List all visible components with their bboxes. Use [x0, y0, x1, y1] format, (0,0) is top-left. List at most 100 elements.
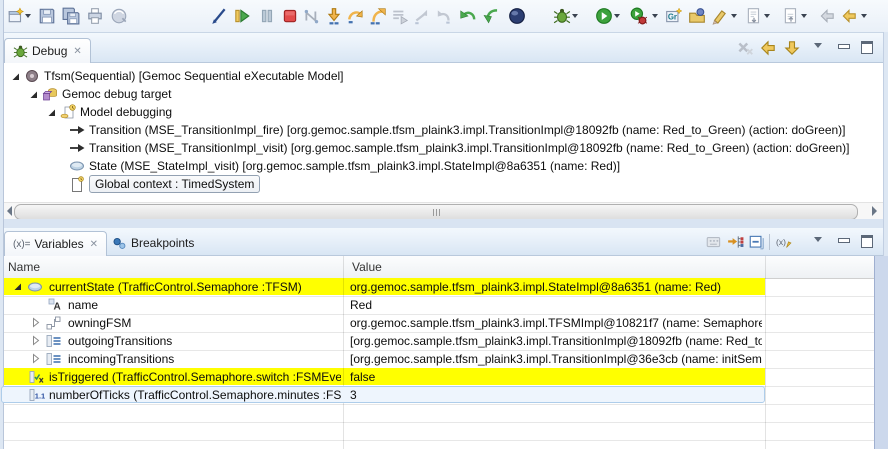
table-row-numberofticks[interactable]: 1.1 numberOfTicks (TrafficControl.Semaph… — [0, 386, 888, 405]
variables-table-header: Name Value — [0, 256, 888, 279]
debug-horizontal-scrollbar[interactable] — [0, 202, 888, 220]
terminate-button[interactable] — [281, 7, 299, 25]
transition-arrow-icon — [69, 122, 85, 138]
expander-closed-icon[interactable] — [30, 335, 41, 346]
show-logical-structure-button[interactable] — [727, 233, 745, 251]
expander-closed-icon[interactable] — [30, 317, 41, 328]
variables-view-menu-icon[interactable] — [814, 237, 822, 246]
variables-maximize-button[interactable] — [861, 235, 873, 248]
print-button[interactable] — [86, 7, 104, 25]
step-over-icon — [347, 7, 365, 25]
expander-open-icon[interactable] — [10, 71, 21, 82]
open-model-button[interactable] — [688, 7, 706, 25]
use-step-filters-button[interactable] — [413, 7, 431, 25]
svg-text:1.1: 1.1 — [35, 392, 45, 401]
tree-row-launch[interactable]: Tfsm(Sequential) [Gemoc Sequential eXecu… — [10, 67, 344, 85]
table-row-empty — [0, 422, 888, 441]
column-divider[interactable] — [765, 256, 766, 449]
tree-row-label: Transition (MSE_TransitionImpl_fire) [or… — [89, 123, 846, 137]
run-to-line-button[interactable] — [391, 7, 409, 25]
variables-view-tab-band: (x)= Variables ✕ Breakpoints (x) — [0, 228, 888, 256]
tree-row-global-context[interactable]: Global context : TimedSystem — [66, 175, 260, 193]
resume-button[interactable] — [233, 7, 251, 25]
scrollbar-thumb[interactable] — [14, 204, 858, 220]
step-back-button[interactable] — [459, 7, 477, 25]
column-divider[interactable] — [343, 256, 344, 449]
debug-as-button[interactable] — [629, 7, 647, 25]
debug-as-icon — [629, 7, 647, 25]
previous-annotation-button[interactable] — [782, 7, 800, 25]
table-row-name[interactable]: A name Red — [0, 296, 888, 315]
new-wizard-dropdown[interactable] — [25, 14, 31, 21]
column-header-value[interactable]: Value — [352, 260, 382, 274]
step-forward-button[interactable] — [783, 39, 801, 57]
view-sash[interactable] — [0, 219, 888, 228]
run-button[interactable] — [595, 7, 613, 25]
tree-row-state-visit[interactable]: State (MSE_StateImpl_visit) [org.gemoc.s… — [66, 157, 620, 175]
drop-to-frame-button[interactable] — [435, 7, 453, 25]
tab-debug[interactable]: Debug ✕ — [4, 38, 91, 63]
table-row-currentstate[interactable]: currentState (TrafficControl.Semaphore :… — [0, 278, 888, 297]
new-gemoc-project-button[interactable]: Gr — [665, 7, 683, 25]
expander-open-icon[interactable] — [28, 89, 39, 100]
expander-open-icon[interactable] — [46, 107, 57, 118]
tree-row-transition-visit[interactable]: Transition (MSE_TransitionImpl_visit) [o… — [66, 139, 850, 157]
save-button[interactable] — [38, 7, 56, 25]
next-annotation-dropdown[interactable] — [764, 14, 770, 21]
table-row-istriggered[interactable]: isTriggered (TrafficControl.Semaphore.sw… — [0, 368, 888, 387]
skip-breakpoints-button[interactable] — [210, 7, 228, 25]
tree-row-debug-target[interactable]: Gemoc debug target — [28, 85, 171, 103]
drop-to-frame-icon — [435, 7, 453, 25]
remove-terminated-button[interactable] — [736, 39, 754, 57]
debug-maximize-button[interactable] — [861, 41, 873, 54]
debug-spider-button[interactable] — [553, 7, 571, 25]
disconnect-button[interactable] — [303, 7, 321, 25]
variables-minimize-button[interactable] — [838, 238, 850, 243]
run-icon — [595, 7, 613, 25]
step-back-into-button[interactable] — [483, 7, 501, 25]
watch-expression-button[interactable]: (x) — [776, 233, 794, 251]
show-type-names-button[interactable] — [705, 233, 723, 251]
pause-button[interactable] — [258, 7, 276, 25]
engine-globe-icon — [508, 7, 526, 25]
step-into-button[interactable] — [325, 7, 343, 25]
tab-variables-close-icon[interactable]: ✕ — [90, 239, 98, 250]
collapse-all-icon — [748, 233, 766, 251]
new-wizard-button[interactable] — [7, 7, 25, 25]
table-row-incomingtransitions[interactable]: incomingTransitions [org.gemoc.sample.tf… — [0, 350, 888, 369]
external-tools-button[interactable] — [110, 7, 128, 25]
debug-as-dropdown[interactable] — [652, 14, 658, 21]
state-icon — [27, 279, 43, 295]
scroll-right-icon[interactable] — [872, 206, 882, 216]
expander-closed-icon[interactable] — [30, 353, 41, 364]
previous-annotation-dropdown[interactable] — [801, 14, 807, 21]
highlighter-dropdown[interactable] — [731, 14, 737, 21]
back-history-button[interactable] — [840, 7, 858, 25]
tree-row-transition-fire[interactable]: Transition (MSE_TransitionImpl_fire) [or… — [66, 121, 846, 139]
step-return-icon — [369, 7, 387, 25]
engine-globe-button[interactable] — [508, 7, 526, 25]
back-disabled-button[interactable] — [818, 7, 836, 25]
debug-minimize-button[interactable] — [838, 44, 850, 49]
debug-spider-dropdown[interactable] — [572, 14, 578, 21]
highlighter-button[interactable] — [710, 7, 728, 25]
next-annotation-icon — [745, 7, 763, 25]
table-row-outgoingtransitions[interactable]: outgoingTransitions [org.gemoc.sample.tf… — [0, 332, 888, 351]
table-row-owningfsm[interactable]: owningFSM org.gemoc.sample.tfsm_plaink3.… — [0, 314, 888, 333]
save-all-button[interactable] — [62, 7, 80, 25]
tab-breakpoints[interactable]: Breakpoints — [104, 231, 202, 255]
step-over-button[interactable] — [347, 7, 365, 25]
step-return-button[interactable] — [369, 7, 387, 25]
variables-icon: (x)= — [13, 239, 31, 250]
tab-debug-close-icon[interactable]: ✕ — [73, 46, 81, 57]
expander-open-icon[interactable] — [12, 281, 23, 292]
tab-variables[interactable]: (x)= Variables ✕ — [4, 231, 107, 256]
debug-view-menu-icon[interactable] — [814, 43, 822, 52]
back-history-dropdown[interactable] — [861, 14, 867, 21]
tree-row-model-debugging[interactable]: Model debugging — [46, 103, 172, 121]
run-dropdown[interactable] — [614, 14, 620, 21]
step-backward-button[interactable] — [759, 39, 777, 57]
next-annotation-button[interactable] — [745, 7, 763, 25]
column-header-name[interactable]: Name — [8, 260, 40, 274]
collapse-all-button[interactable] — [748, 233, 766, 251]
